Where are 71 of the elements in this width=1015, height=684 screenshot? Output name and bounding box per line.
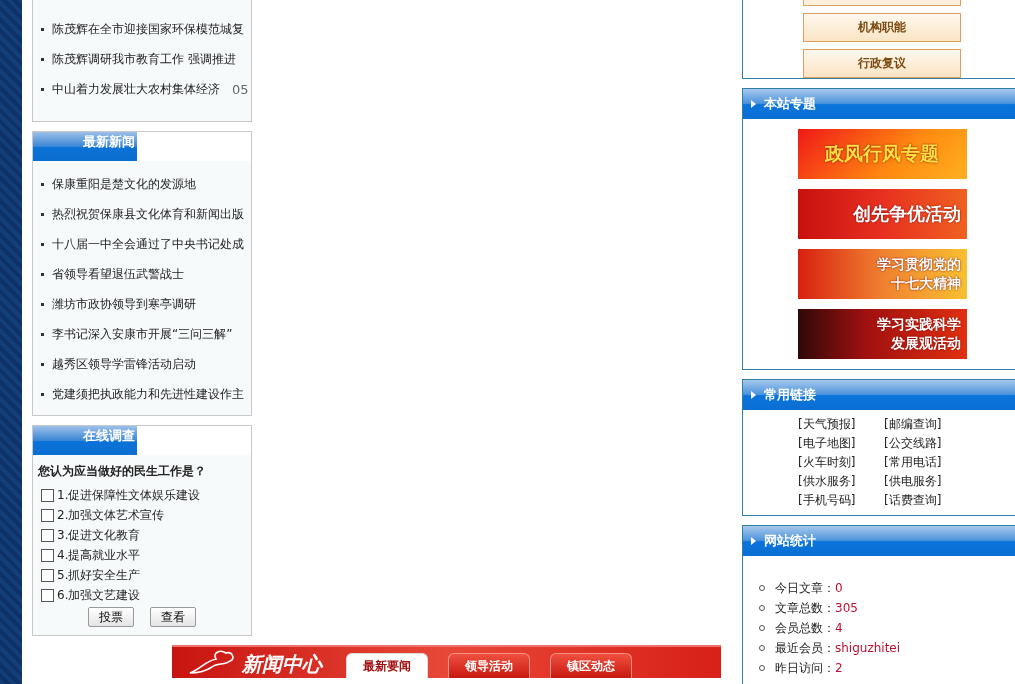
checkbox[interactable] xyxy=(41,548,54,562)
bullet-icon xyxy=(41,242,44,246)
bullet-icon xyxy=(41,87,44,91)
checkbox[interactable] xyxy=(41,508,54,522)
stat-label: 文章总数： xyxy=(775,599,835,617)
stat-value: 305 xyxy=(835,601,858,615)
bullet-icon xyxy=(41,57,44,61)
checkbox[interactable] xyxy=(41,488,54,502)
quick-link[interactable]: [火车时刻] xyxy=(798,453,880,472)
info-button[interactable]: 行政复议 xyxy=(803,49,961,78)
news-tab[interactable]: 镇区动态 xyxy=(550,653,632,678)
news-link[interactable]: 热烈祝贺保康县文化体育和新闻出版 xyxy=(52,205,244,223)
option-label: 1.促进保障性文体娱乐建设 xyxy=(57,486,201,504)
news-link[interactable]: 陈茂辉在全市迎接国家环保模范城复 xyxy=(52,20,244,38)
news-link[interactable]: 保康重阳是楚文化的发源地 xyxy=(52,175,196,193)
panel-header: 本站专题 xyxy=(743,89,1015,119)
quick-link[interactable]: [常用电话] xyxy=(884,453,966,472)
news-date: 05 xyxy=(232,81,249,97)
stat-label: 昨日访问： xyxy=(775,659,835,677)
option-label: 6.加强文艺建设 xyxy=(57,586,141,604)
info-button[interactable]: 机构职能 xyxy=(803,13,961,42)
quick-link[interactable]: [邮编查询] xyxy=(884,415,966,434)
news-link[interactable]: 越秀区领导学雷锋活动启动 xyxy=(52,355,196,373)
quick-link[interactable]: [供水服务] xyxy=(798,472,880,491)
checkbox[interactable] xyxy=(41,568,54,582)
option-label: 2.加强文体艺术宣传 xyxy=(57,506,165,524)
bullet-icon xyxy=(41,27,44,31)
stat-value: 4 xyxy=(835,621,843,635)
bullet-icon xyxy=(41,272,44,276)
quick-link[interactable]: [电子地图] xyxy=(798,434,880,453)
quick-link[interactable]: [手机号码] xyxy=(798,491,880,510)
stat-value: 0 xyxy=(835,581,843,595)
option-label: 4.提高就业水平 xyxy=(57,546,141,564)
option-label: 3.促进文化教育 xyxy=(57,526,141,544)
quick-link[interactable]: [话费查询] xyxy=(884,491,966,510)
stat-label: 今日文章： xyxy=(775,579,835,597)
option-label: 5.抓好安全生产 xyxy=(57,566,141,584)
bullet-icon xyxy=(41,212,44,216)
bullet-icon xyxy=(41,302,44,306)
bullet-icon xyxy=(41,332,44,336)
stat-label: 最近会员： xyxy=(775,639,835,657)
news-link[interactable]: 李书记深入安康市开展“三问三解” xyxy=(52,325,233,343)
news-center-title: 新闻中心 xyxy=(242,651,322,678)
news-tab[interactable]: 最新要闻 xyxy=(346,653,428,678)
quick-link[interactable]: [公交线路] xyxy=(884,434,966,453)
news-link[interactable]: 十八届一中全会通过了中央书记处成 xyxy=(52,235,244,253)
topic-banner[interactable]: 创先争优活动 xyxy=(797,189,967,239)
news-link[interactable]: 陈茂辉调研我市教育工作 强调推进 xyxy=(52,50,236,68)
bullet-icon xyxy=(41,182,44,186)
news-tab[interactable]: 领导活动 xyxy=(448,653,530,678)
quick-link[interactable]: [供电服务] xyxy=(884,472,966,491)
news-link[interactable]: 中山着力发展壮大农村集体经济 xyxy=(52,80,220,98)
survey-button[interactable]: 投票 xyxy=(87,607,134,627)
survey-question: 您认为应当做好的民生工作是？ xyxy=(38,463,207,480)
panel-header: 网站统计 xyxy=(743,526,1015,556)
checkbox[interactable] xyxy=(41,588,54,602)
panel-title: 在线调查 xyxy=(33,426,137,455)
stat-value: shiguzhitei xyxy=(835,641,901,655)
checkbox[interactable] xyxy=(41,528,54,542)
quick-link[interactable]: [天气预报] xyxy=(798,415,880,434)
news-link[interactable]: 党建须把执政能力和先进性建设作主 xyxy=(52,385,244,403)
panel-header: 常用链接 xyxy=(743,380,1015,410)
news-link[interactable]: 省领导看望退伍武警战士 xyxy=(52,265,184,283)
news-link[interactable]: 潍坊市政协领导到寒亭调研 xyxy=(52,295,196,313)
stat-label: 会员总数： xyxy=(775,619,835,637)
bullet-icon xyxy=(41,392,44,396)
stat-value: 2 xyxy=(835,661,843,675)
bullet-icon xyxy=(41,362,44,366)
survey-button[interactable]: 查看 xyxy=(149,607,196,627)
panel-title: 最新新闻 xyxy=(33,132,137,161)
topic-banner[interactable]: 学习实践科学 发展观活动 xyxy=(797,309,967,359)
